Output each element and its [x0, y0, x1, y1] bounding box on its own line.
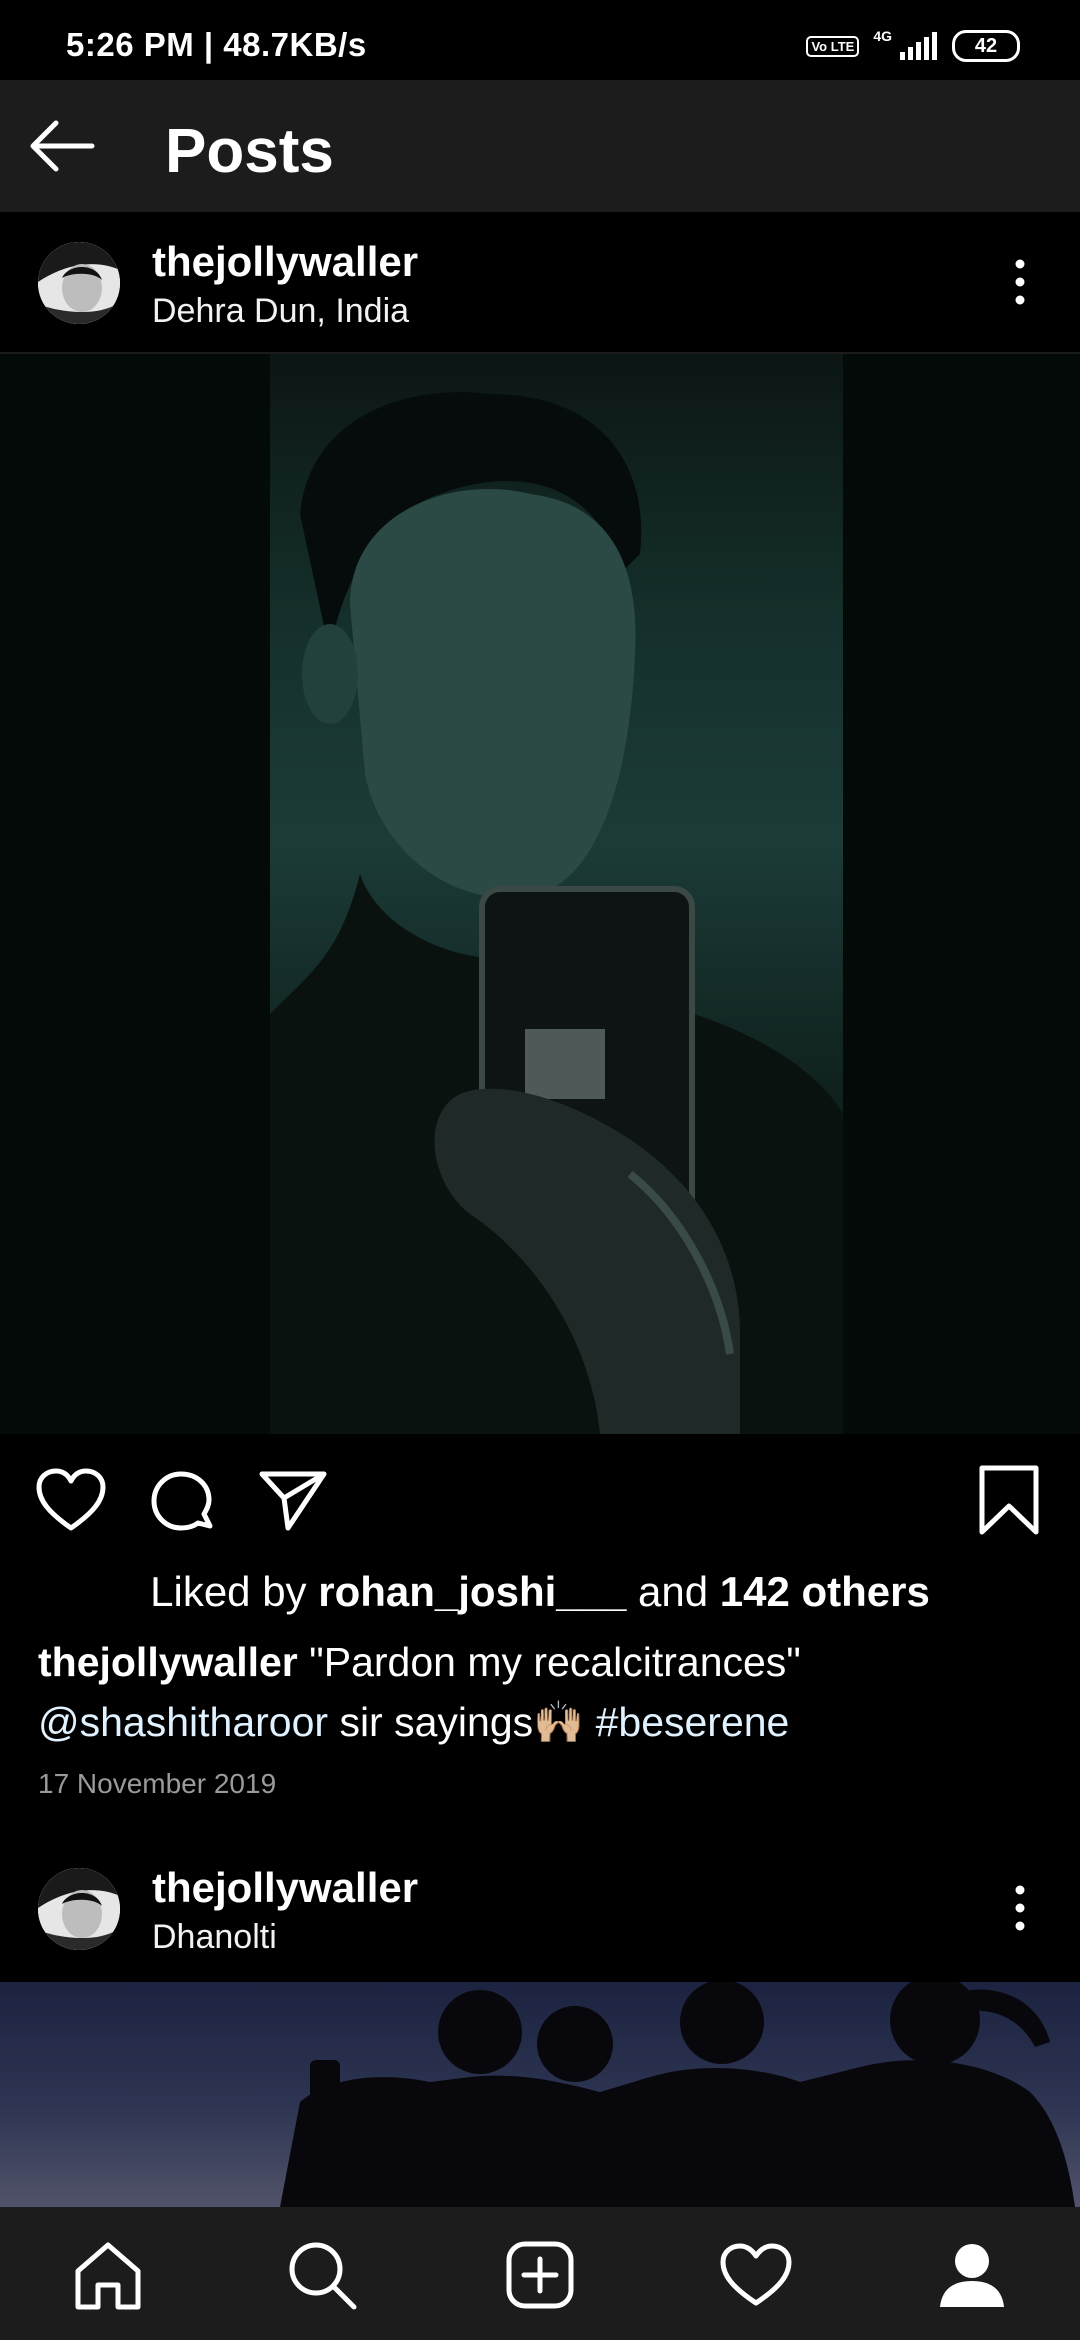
- post-header: thejollywaller Dehra Dun, India: [0, 212, 1080, 352]
- caption-username[interactable]: thejollywaller: [38, 1639, 298, 1685]
- post-date: 17 November 2019: [38, 1768, 277, 1799]
- save-button[interactable]: [978, 1464, 1040, 1541]
- arrow-left-icon: [30, 120, 95, 172]
- comment-icon: [151, 1471, 213, 1531]
- post-header-2: thejollywaller Dhanolti: [0, 1838, 1080, 1978]
- status-bar: 5:26 PM | 48.7KB/s Vo LTE 4G 42: [0, 0, 1080, 80]
- nav-profile[interactable]: [932, 2235, 1012, 2315]
- post-caption: thejollywaller "Pardon my recalcitrances…: [38, 1632, 1048, 1752]
- share-button[interactable]: [258, 1468, 328, 1537]
- caption-hashtag[interactable]: #beserene: [596, 1699, 790, 1745]
- add-post-icon: [506, 2241, 574, 2309]
- caption-text: "Pardon my recalcitrances": [309, 1639, 801, 1685]
- silhouettes-illustration: [280, 1982, 1075, 2207]
- liked-by-user[interactable]: rohan_joshi___: [318, 1568, 626, 1615]
- share-icon: [259, 1471, 327, 1531]
- raising-hands-emoji: 🙌🏼: [533, 1699, 585, 1745]
- nav-add-post[interactable]: [500, 2235, 580, 2315]
- post-location[interactable]: Dhanolti: [152, 1918, 277, 1957]
- status-icons: Vo LTE 4G 42: [806, 28, 1020, 62]
- status-time-speed: 5:26 PM | 48.7KB/s: [66, 26, 367, 63]
- network-type-label: 4G: [873, 28, 892, 44]
- nav-home[interactable]: [68, 2235, 148, 2315]
- post-photo: [270, 354, 843, 1434]
- post-image-2[interactable]: [0, 1982, 1080, 2207]
- search-icon: [289, 2242, 357, 2310]
- home-icon: [75, 2242, 141, 2310]
- post-image[interactable]: [0, 354, 1080, 1434]
- likes-mid: and: [638, 1568, 709, 1615]
- post-actions: [0, 1434, 1080, 1564]
- avatar-image: [38, 1868, 120, 1950]
- more-options-button[interactable]: [1000, 252, 1040, 312]
- like-button[interactable]: [36, 1468, 106, 1537]
- activity-heart-icon: [720, 2243, 792, 2306]
- signal-icon: [900, 32, 937, 60]
- heart-icon: [36, 1468, 106, 1531]
- more-options-button[interactable]: [1000, 1878, 1040, 1938]
- top-app-bar: Posts: [0, 80, 1080, 212]
- bookmark-icon: [979, 1465, 1039, 1535]
- avatar[interactable]: [38, 1868, 120, 1950]
- volte-icon: Vo LTE: [806, 35, 860, 57]
- likes-others[interactable]: 142 others: [720, 1568, 930, 1615]
- more-vertical-icon: [1015, 259, 1025, 305]
- caption-mention[interactable]: @shashitharoor: [38, 1699, 328, 1745]
- post-username[interactable]: thejollywaller: [152, 1864, 418, 1912]
- likes-prefix: Liked by: [150, 1568, 307, 1615]
- avatar[interactable]: [38, 242, 120, 324]
- post-username[interactable]: thejollywaller: [152, 238, 418, 286]
- photo-illustration: [270, 392, 843, 1434]
- caption-text-2: sir sayings: [339, 1699, 534, 1745]
- bottom-navigation: [0, 2207, 1080, 2340]
- more-vertical-icon: [1015, 1885, 1025, 1931]
- avatar-image: [38, 242, 120, 324]
- post-location[interactable]: Dehra Dun, India: [152, 292, 409, 331]
- battery-icon: 42: [952, 30, 1020, 62]
- page-title: Posts: [165, 117, 334, 186]
- profile-icon: [940, 2244, 1004, 2307]
- comment-button[interactable]: [148, 1468, 216, 1541]
- back-button[interactable]: [22, 106, 102, 186]
- likes-summary[interactable]: Liked by rohan_joshi___ and 142 others: [0, 1568, 1080, 1616]
- nav-activity[interactable]: [716, 2235, 796, 2315]
- nav-search[interactable]: [282, 2235, 362, 2315]
